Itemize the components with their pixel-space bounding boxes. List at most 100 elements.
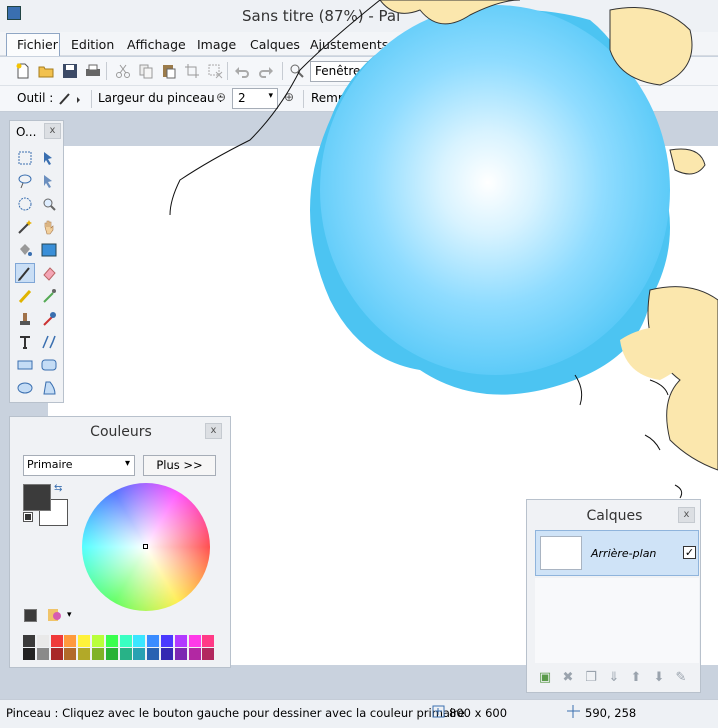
palette-swatch[interactable] xyxy=(188,648,201,660)
layer-visibility-checkbox[interactable]: ✓ xyxy=(683,546,696,559)
text-tool-icon[interactable] xyxy=(15,332,35,352)
palette-swatch[interactable] xyxy=(174,648,187,660)
palette-swatch[interactable] xyxy=(202,648,215,660)
duplicate-layer-icon[interactable]: ❐ xyxy=(583,670,599,686)
palette-swatch[interactable] xyxy=(133,635,146,647)
palette-icon[interactable] xyxy=(46,607,62,623)
palette-swatch[interactable] xyxy=(78,635,91,647)
menu-edition[interactable]: Edition xyxy=(71,37,114,52)
zoom-tool-icon[interactable] xyxy=(39,194,59,214)
palette-swatch[interactable] xyxy=(161,648,173,660)
color-wheel-cursor[interactable] xyxy=(143,544,148,549)
palette-swatch[interactable] xyxy=(50,635,63,647)
lasso-select-icon[interactable] xyxy=(15,171,35,191)
move-layer-up-icon[interactable]: ⬆ xyxy=(628,670,644,686)
save-icon[interactable] xyxy=(62,63,78,79)
layer-properties-icon[interactable]: ✎ xyxy=(673,670,689,686)
layers-panel: Calques x Arrière-plan ✓ ▣ ✖ ❐ ⇓ ⬆ ⬇ ✎ xyxy=(526,499,701,693)
menu-image[interactable]: Image xyxy=(197,37,236,52)
rectangle-icon[interactable] xyxy=(15,355,35,375)
palette-swatch[interactable] xyxy=(92,635,104,647)
palette-swatch[interactable] xyxy=(64,648,77,660)
layers-list xyxy=(535,578,699,663)
redo-icon[interactable] xyxy=(258,63,274,79)
palette-swatch[interactable] xyxy=(23,648,35,660)
print-icon[interactable] xyxy=(85,63,101,79)
increase-icon[interactable]: ⊕ xyxy=(284,90,294,104)
paintbrush-icon[interactable] xyxy=(58,91,84,106)
palette-swatch[interactable] xyxy=(92,648,104,660)
palette-swatch[interactable] xyxy=(36,648,49,660)
merge-layer-down-icon[interactable]: ⇓ xyxy=(606,670,622,686)
menu-fichier[interactable]: Fichier xyxy=(17,37,58,52)
palette-swatch[interactable] xyxy=(174,635,187,647)
palette-swatch[interactable] xyxy=(161,635,173,647)
palette-swatch[interactable] xyxy=(202,635,215,647)
decrease-icon[interactable]: ⊖ xyxy=(216,90,226,104)
cursor-position-icon xyxy=(567,705,580,718)
chevron-down-icon[interactable]: ▾ xyxy=(67,610,72,620)
gradient-icon[interactable] xyxy=(39,240,59,260)
layer-item[interactable]: Arrière-plan ✓ xyxy=(535,530,699,576)
palette-swatch[interactable] xyxy=(36,635,49,647)
new-file-icon[interactable] xyxy=(15,63,31,79)
toolbar-separator xyxy=(227,62,228,80)
palette-swatch[interactable] xyxy=(119,635,132,647)
eraser-icon[interactable] xyxy=(39,263,59,283)
move-selected-icon[interactable] xyxy=(39,171,59,191)
zoom-icon[interactable] xyxy=(289,63,305,79)
tools-close-button[interactable]: x xyxy=(44,123,61,139)
menu-calques[interactable]: Calques xyxy=(250,37,300,52)
rounded-rectangle-icon[interactable] xyxy=(39,355,59,375)
copy-icon[interactable] xyxy=(138,63,154,79)
palette-swatch[interactable] xyxy=(78,648,91,660)
toolbar-separator xyxy=(303,90,304,108)
recolor-icon[interactable] xyxy=(39,309,59,329)
move-selection-icon[interactable] xyxy=(39,148,59,168)
open-file-icon[interactable] xyxy=(38,63,54,79)
pencil-icon[interactable] xyxy=(15,286,35,306)
menu-ajustements[interactable]: Ajustements xyxy=(310,37,388,52)
palette-swatch[interactable] xyxy=(119,648,132,660)
palette-swatch[interactable] xyxy=(147,648,160,660)
clone-stamp-icon[interactable] xyxy=(15,309,35,329)
colors-close-button[interactable]: x xyxy=(205,423,222,439)
move-layer-down-icon[interactable]: ⬇ xyxy=(651,670,667,686)
window-select[interactable]: Fenêtre xyxy=(310,61,380,82)
rectangle-select-icon[interactable] xyxy=(15,148,35,168)
palette-swatch[interactable] xyxy=(64,635,77,647)
palette-swatch[interactable] xyxy=(105,635,118,647)
undo-icon[interactable] xyxy=(234,63,250,79)
paste-icon[interactable] xyxy=(161,63,177,79)
palette-swatch[interactable] xyxy=(23,635,35,647)
primary-color-swatch[interactable] xyxy=(23,484,51,511)
palette-swatch[interactable] xyxy=(188,635,201,647)
add-layer-icon[interactable]: ▣ xyxy=(537,670,553,686)
swap-colors-icon[interactable]: ⇆ xyxy=(54,483,62,494)
delete-layer-icon[interactable]: ✖ xyxy=(560,670,576,686)
color-mode-select[interactable]: Primaire ▾ xyxy=(23,455,135,476)
brush-width-select[interactable]: 2 ▾ xyxy=(232,88,278,109)
reset-colors-icon[interactable] xyxy=(23,512,33,522)
paint-bucket-icon[interactable] xyxy=(15,240,35,260)
cut-icon[interactable] xyxy=(115,63,131,79)
more-colors-button[interactable]: Plus >> xyxy=(143,455,216,476)
pan-hand-icon[interactable] xyxy=(39,217,59,237)
ellipse-select-icon[interactable] xyxy=(15,194,35,214)
palette-swatch[interactable] xyxy=(147,635,160,647)
cursor-coordinates: 590, 258 xyxy=(585,706,637,720)
ellipse-icon[interactable] xyxy=(15,378,35,398)
freeform-shape-icon[interactable] xyxy=(39,378,59,398)
palette-swatch[interactable] xyxy=(50,648,63,660)
color-picker-icon[interactable] xyxy=(39,286,59,306)
layers-close-button[interactable]: x xyxy=(678,507,695,523)
line-curve-icon[interactable] xyxy=(39,332,59,352)
palette-swatch[interactable] xyxy=(133,648,146,660)
magic-wand-icon[interactable] xyxy=(15,217,35,237)
deselect-icon[interactable] xyxy=(207,63,223,79)
crop-icon[interactable] xyxy=(184,63,200,79)
paintbrush-tool-icon[interactable] xyxy=(15,263,35,283)
menu-affichage[interactable]: Affichage xyxy=(127,37,186,52)
palette-swatch[interactable] xyxy=(105,648,118,660)
add-to-palette-icon[interactable] xyxy=(24,609,37,622)
